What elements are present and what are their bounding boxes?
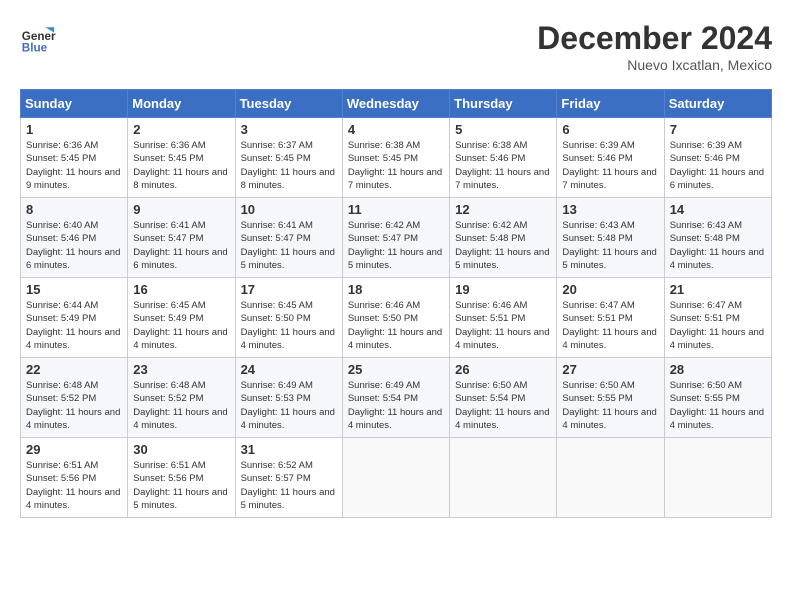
table-row: 22Sunrise: 6:48 AMSunset: 5:52 PMDayligh… <box>21 358 128 438</box>
month-title: December 2024 <box>537 20 772 57</box>
col-monday: Monday <box>128 90 235 118</box>
header-row: Sunday Monday Tuesday Wednesday Thursday… <box>21 90 772 118</box>
table-row: 10Sunrise: 6:41 AMSunset: 5:47 PMDayligh… <box>235 198 342 278</box>
table-row: 16Sunrise: 6:45 AMSunset: 5:49 PMDayligh… <box>128 278 235 358</box>
table-row: 6Sunrise: 6:39 AMSunset: 5:46 PMDaylight… <box>557 118 664 198</box>
svg-text:Blue: Blue <box>22 42 48 55</box>
table-row <box>342 438 449 518</box>
table-row: 1Sunrise: 6:36 AMSunset: 5:45 PMDaylight… <box>21 118 128 198</box>
table-row: 29Sunrise: 6:51 AMSunset: 5:56 PMDayligh… <box>21 438 128 518</box>
location: Nuevo Ixcatlan, Mexico <box>537 57 772 73</box>
table-row: 14Sunrise: 6:43 AMSunset: 5:48 PMDayligh… <box>664 198 771 278</box>
table-row: 11Sunrise: 6:42 AMSunset: 5:47 PMDayligh… <box>342 198 449 278</box>
logo-icon: General Blue <box>20 20 56 56</box>
table-row <box>557 438 664 518</box>
col-tuesday: Tuesday <box>235 90 342 118</box>
table-row: 13Sunrise: 6:43 AMSunset: 5:48 PMDayligh… <box>557 198 664 278</box>
table-row <box>664 438 771 518</box>
table-row <box>450 438 557 518</box>
calendar-table: Sunday Monday Tuesday Wednesday Thursday… <box>20 89 772 518</box>
table-row: 7Sunrise: 6:39 AMSunset: 5:46 PMDaylight… <box>664 118 771 198</box>
table-row: 4Sunrise: 6:38 AMSunset: 5:45 PMDaylight… <box>342 118 449 198</box>
table-row: 9Sunrise: 6:41 AMSunset: 5:47 PMDaylight… <box>128 198 235 278</box>
col-wednesday: Wednesday <box>342 90 449 118</box>
table-row: 21Sunrise: 6:47 AMSunset: 5:51 PMDayligh… <box>664 278 771 358</box>
table-row: 8Sunrise: 6:40 AMSunset: 5:46 PMDaylight… <box>21 198 128 278</box>
col-friday: Friday <box>557 90 664 118</box>
table-row: 2Sunrise: 6:36 AMSunset: 5:45 PMDaylight… <box>128 118 235 198</box>
table-row: 28Sunrise: 6:50 AMSunset: 5:55 PMDayligh… <box>664 358 771 438</box>
table-row: 18Sunrise: 6:46 AMSunset: 5:50 PMDayligh… <box>342 278 449 358</box>
table-row: 15Sunrise: 6:44 AMSunset: 5:49 PMDayligh… <box>21 278 128 358</box>
table-row: 31Sunrise: 6:52 AMSunset: 5:57 PMDayligh… <box>235 438 342 518</box>
table-row: 27Sunrise: 6:50 AMSunset: 5:55 PMDayligh… <box>557 358 664 438</box>
col-thursday: Thursday <box>450 90 557 118</box>
table-row: 19Sunrise: 6:46 AMSunset: 5:51 PMDayligh… <box>450 278 557 358</box>
col-saturday: Saturday <box>664 90 771 118</box>
table-row: 12Sunrise: 6:42 AMSunset: 5:48 PMDayligh… <box>450 198 557 278</box>
title-block: December 2024 Nuevo Ixcatlan, Mexico <box>537 20 772 73</box>
table-row: 23Sunrise: 6:48 AMSunset: 5:52 PMDayligh… <box>128 358 235 438</box>
table-row: 26Sunrise: 6:50 AMSunset: 5:54 PMDayligh… <box>450 358 557 438</box>
logo: General Blue <box>20 20 56 56</box>
table-row: 24Sunrise: 6:49 AMSunset: 5:53 PMDayligh… <box>235 358 342 438</box>
table-row: 30Sunrise: 6:51 AMSunset: 5:56 PMDayligh… <box>128 438 235 518</box>
table-row: 5Sunrise: 6:38 AMSunset: 5:46 PMDaylight… <box>450 118 557 198</box>
table-row: 25Sunrise: 6:49 AMSunset: 5:54 PMDayligh… <box>342 358 449 438</box>
col-sunday: Sunday <box>21 90 128 118</box>
table-row: 17Sunrise: 6:45 AMSunset: 5:50 PMDayligh… <box>235 278 342 358</box>
table-row: 3Sunrise: 6:37 AMSunset: 5:45 PMDaylight… <box>235 118 342 198</box>
page-header: General Blue December 2024 Nuevo Ixcatla… <box>20 20 772 73</box>
table-row: 20Sunrise: 6:47 AMSunset: 5:51 PMDayligh… <box>557 278 664 358</box>
